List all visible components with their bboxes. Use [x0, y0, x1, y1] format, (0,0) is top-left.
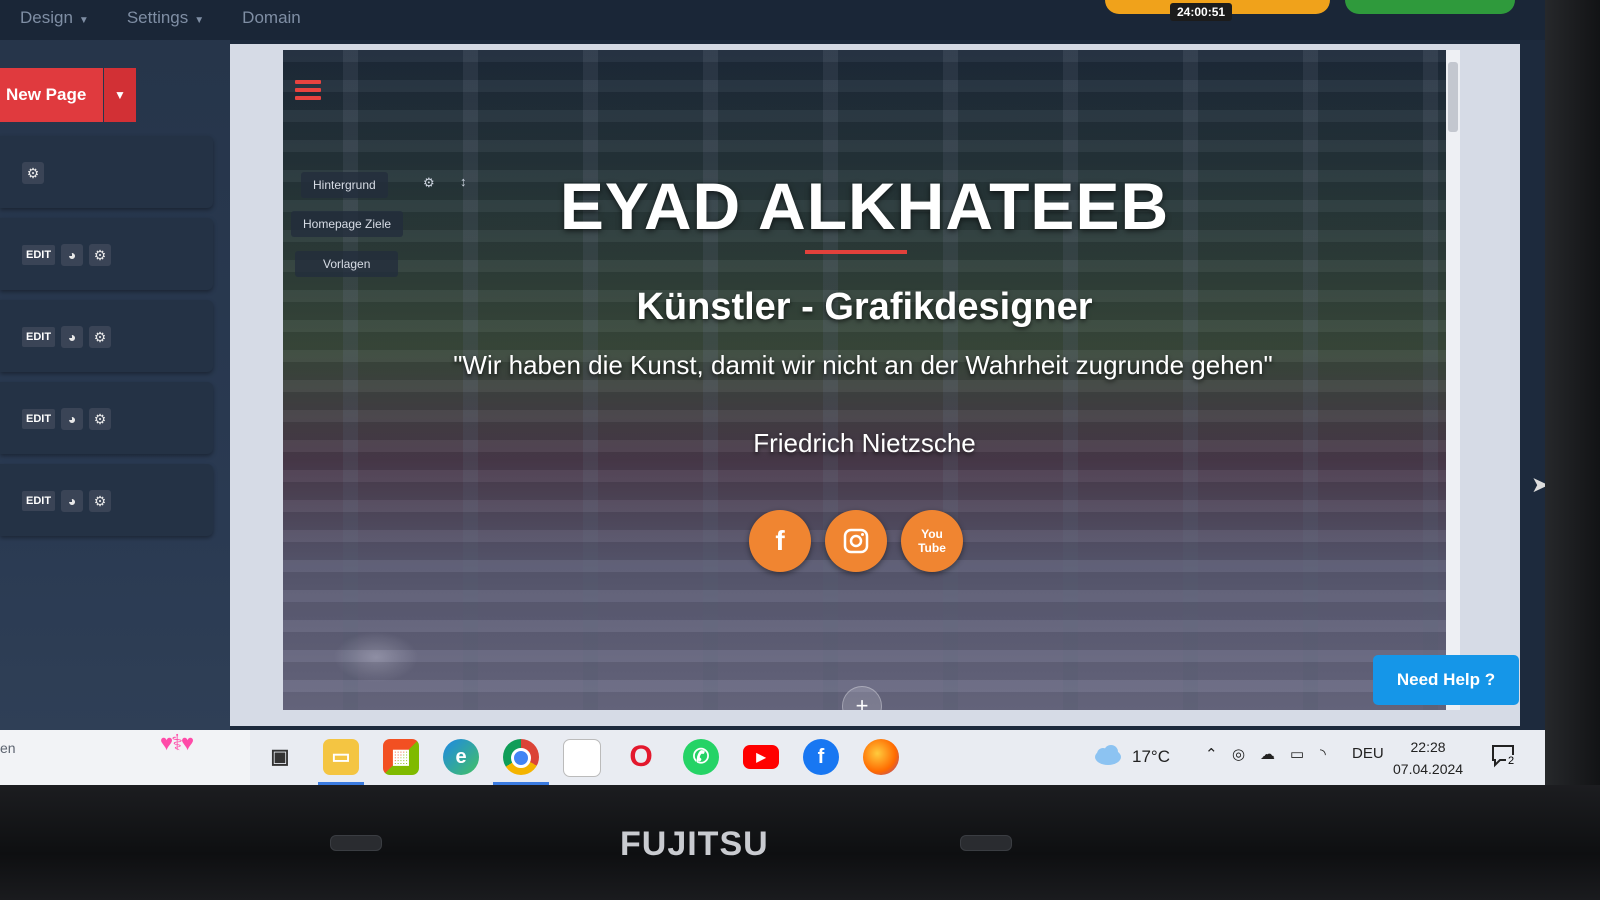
edge-icon[interactable]: e [443, 739, 479, 775]
gear-icon[interactable]: ⚙ [89, 408, 112, 430]
page-section-3[interactable]: EDIT ◕ ⚙ [0, 300, 213, 372]
gear-icon[interactable]: ⚙ [22, 162, 44, 184]
hero-title[interactable]: EYAD ALKHATEEB [283, 168, 1446, 244]
section-actions: ⚙ [22, 162, 44, 184]
section-actions: EDIT ◕ ⚙ [22, 490, 112, 512]
nav-settings[interactable]: Settings ▼ [127, 8, 204, 28]
hero-quote[interactable]: "Wir haben die Kunst, damit wir nicht an… [423, 346, 1303, 385]
mouse-cursor-icon: ➤ [1531, 472, 1545, 497]
windows-taskbar: en ♥︎⚕︎♥︎ ▣ ▭ ▦ e O ✆ ▶ f 17°C ⌃ ◎ ☁ ▭ ◝… [0, 730, 1545, 785]
notepad-icon[interactable] [563, 739, 601, 777]
section-actions: EDIT ◕ ⚙ [22, 408, 112, 430]
title-underline [805, 250, 907, 254]
language-indicator[interactable]: DEU [1352, 745, 1384, 762]
new-page-label: New Page [6, 85, 87, 104]
laptop-bezel-bottom: FUJITSU [0, 785, 1600, 900]
edit-button[interactable]: EDIT [22, 409, 56, 429]
clock-date: 07.04.2024 [1393, 761, 1464, 777]
hero-subtitle[interactable]: Künstler - Grafikdesigner [283, 286, 1446, 329]
chevron-down-icon: ▼ [114, 88, 126, 102]
templates-button[interactable]: Vorlagen [295, 251, 399, 277]
hinge-left [330, 835, 382, 851]
chevron-down-icon: ▼ [194, 15, 205, 26]
need-help-button[interactable]: Need Help ? [1373, 655, 1519, 705]
nav-design[interactable]: Design ▼ [20, 8, 89, 28]
section-actions: EDIT ◕ ⚙ [22, 244, 112, 266]
scrollbar-thumb[interactable] [1448, 62, 1458, 132]
countdown-timer: 24:00:51 [1170, 3, 1233, 21]
hero-section[interactable]: Hintergrund ⚙ ↕ Homepage Ziele Vorlagen … [283, 50, 1446, 710]
wifi-icon[interactable]: ◝ [1320, 745, 1326, 763]
notification-center-icon[interactable]: 2 [1490, 743, 1518, 769]
taskbar-search-area[interactable]: en ♥︎⚕︎♥︎ [0, 730, 250, 785]
chevron-down-icon: ▼ [78, 15, 89, 26]
quote-author[interactable]: Friedrich Nietzsche [283, 428, 1446, 459]
new-page-dropdown[interactable]: ▼ [104, 68, 136, 122]
palette-icon[interactable]: ◕ [61, 490, 84, 512]
search-hint-text: en [0, 740, 16, 756]
nav-settings-label: Settings [126, 8, 189, 27]
palette-icon[interactable]: ◕ [61, 244, 84, 266]
laptop-brand-logo: FUJITSU [620, 825, 769, 863]
nav-domain[interactable]: Domain [242, 8, 301, 28]
nav-design-label: Design [20, 8, 73, 27]
whatsapp-icon[interactable]: ✆ [683, 739, 719, 775]
templates-label: Vorlagen [323, 257, 371, 271]
weather-temperature[interactable]: 17°C [1132, 747, 1170, 767]
meet-now-icon[interactable]: ◎ [1232, 745, 1245, 763]
palette-icon[interactable]: ◕ [61, 408, 84, 430]
nav-domain-label: Domain [242, 8, 301, 27]
facebook-icon[interactable]: f [803, 739, 839, 775]
section-actions: EDIT ◕ ⚙ [22, 326, 112, 348]
palette-icon[interactable]: ◕ [61, 326, 84, 348]
instagram-icon[interactable] [825, 510, 887, 572]
hearts-stethoscope-icon: ♥︎⚕︎♥︎ [160, 730, 194, 755]
onedrive-icon[interactable]: ☁ [1260, 745, 1275, 763]
gear-icon[interactable]: ⚙ [89, 244, 112, 266]
page-section-1[interactable]: ⚙ [0, 136, 213, 208]
edit-button[interactable]: EDIT [22, 327, 56, 347]
new-page-button[interactable]: New Page [0, 68, 103, 122]
youtube-icon[interactable]: ▶ [743, 745, 779, 769]
page-section-4[interactable]: EDIT ◕ ⚙ [0, 382, 213, 454]
youtube-icon[interactable]: You Tube [901, 510, 963, 572]
laptop-screen: Design ▼ Settings ▼ Domain 24:00:51 New Pa… [0, 0, 1545, 785]
hinge-right [960, 835, 1012, 851]
publish-banner[interactable] [1345, 0, 1515, 14]
notification-count: 2 [1506, 755, 1517, 767]
chrome-icon[interactable] [503, 739, 539, 775]
clock[interactable]: 22:28 07.04.2024 [1393, 736, 1463, 780]
cloud-icon [1095, 745, 1121, 765]
edit-button[interactable]: EDIT [22, 491, 56, 511]
opera-icon[interactable]: O [623, 739, 659, 775]
task-view-icon[interactable]: ▣ [262, 739, 298, 775]
edit-button[interactable]: EDIT [22, 245, 56, 265]
file-explorer-icon[interactable]: ▭ [323, 739, 359, 775]
editor-topbar: Design ▼ Settings ▼ Domain 24:00:51 [0, 0, 1545, 40]
page-section-5[interactable]: EDIT ◕ ⚙ [0, 464, 213, 536]
hamburger-menu-icon[interactable] [295, 80, 321, 104]
page-section-2[interactable]: EDIT ◕ ⚙ [0, 218, 213, 290]
facebook-icon[interactable]: f [749, 510, 811, 572]
microsoft-store-icon[interactable]: ▦ [383, 739, 419, 775]
editor-sidebar: New Page ▼ ⚙ EDIT ◕ ⚙ EDIT ◕ ⚙ EDIT ◕ ⚙ … [0, 40, 230, 730]
laptop-bezel-right [1545, 0, 1600, 900]
gear-icon[interactable]: ⚙ [89, 490, 112, 512]
chevron-up-icon[interactable]: ⌃ [1205, 745, 1218, 763]
top-nav: Design ▼ Settings ▼ Domain [20, 8, 301, 28]
battery-icon[interactable]: ▭ [1290, 745, 1304, 763]
preview-scrollbar[interactable] [1446, 50, 1460, 710]
firefox-icon[interactable] [863, 739, 899, 775]
clock-time: 22:28 [1410, 739, 1446, 755]
gear-icon[interactable]: ⚙ [89, 326, 112, 348]
